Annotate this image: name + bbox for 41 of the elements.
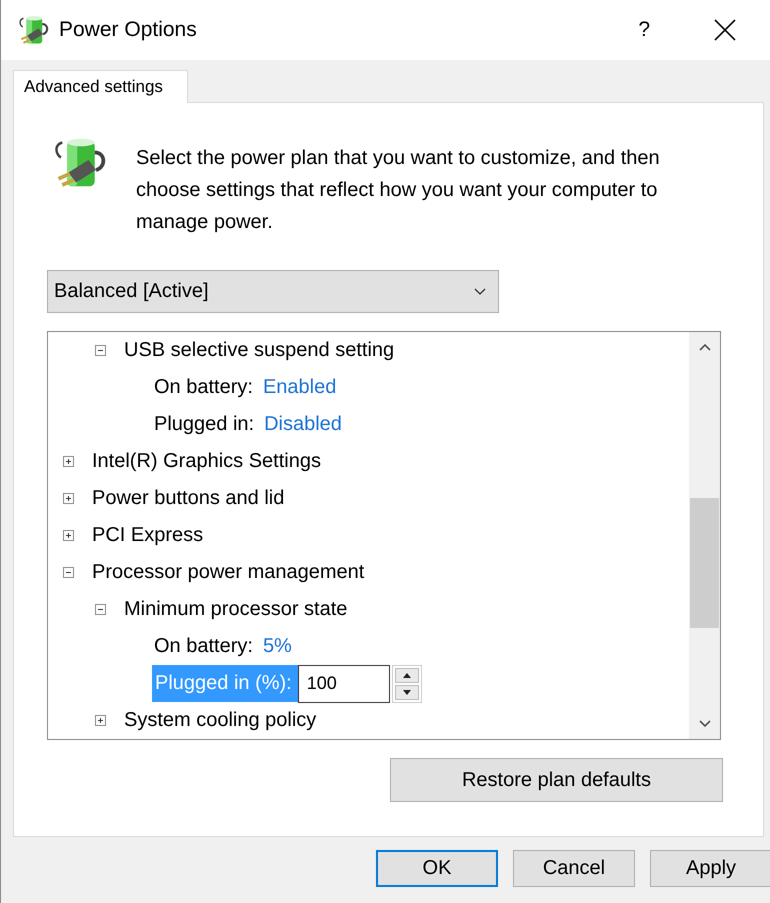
tree-item[interactable]: Intel(R) Graphics Settings xyxy=(90,447,323,476)
tree-item[interactable]: Minimum processor state xyxy=(122,595,350,624)
plus-box-icon[interactable] xyxy=(95,715,106,726)
scroll-thumb[interactable] xyxy=(690,498,719,628)
dialog-button[interactable]: Apply xyxy=(650,850,770,887)
spin-up-button[interactable] xyxy=(394,668,419,682)
chevron-down-icon xyxy=(474,288,486,296)
minus-box-icon[interactable] xyxy=(95,604,106,615)
minus-box-icon[interactable] xyxy=(63,567,74,578)
setting-value-link[interactable]: Enabled xyxy=(262,376,336,399)
dialog-button[interactable]: OK xyxy=(376,850,498,887)
tree-item[interactable]: Processor power management xyxy=(90,558,366,587)
setting-label[interactable]: On battery: xyxy=(152,373,255,402)
battery-plug-icon xyxy=(17,14,50,46)
tree-item[interactable]: System cooling policy xyxy=(122,706,318,735)
setting-value-link[interactable]: 5% xyxy=(262,635,292,658)
chevron-up-icon[interactable] xyxy=(698,343,710,352)
minus-box-icon[interactable] xyxy=(95,345,106,356)
help-button[interactable]: ? xyxy=(632,18,656,42)
restore-defaults-button[interactable]: Restore plan defaults xyxy=(390,758,723,802)
tab[interactable]: Advanced settings xyxy=(13,70,188,103)
spin-down-button[interactable] xyxy=(394,684,419,700)
close-icon xyxy=(714,19,736,41)
tree-item[interactable]: Power buttons and lid xyxy=(90,484,286,513)
plus-box-icon[interactable] xyxy=(63,530,74,541)
triangle-down-icon xyxy=(402,690,411,694)
window-title: Power Options xyxy=(59,18,198,42)
setting-label[interactable]: Plugged in: xyxy=(152,410,256,439)
tree-item[interactable]: USB selective suspend setting xyxy=(122,336,396,365)
setting-value-link[interactable]: Disabled xyxy=(264,413,342,436)
triangle-up-icon xyxy=(402,672,411,678)
dialog-button[interactable]: Cancel xyxy=(513,850,635,887)
scrollbar[interactable] xyxy=(689,332,720,739)
plus-box-icon[interactable] xyxy=(63,456,74,467)
setting-label[interactable]: On battery: xyxy=(152,632,255,661)
plus-box-icon[interactable] xyxy=(63,493,74,504)
plan-dropdown[interactable]: Balanced [Active] xyxy=(47,270,499,313)
number-field[interactable]: 100 xyxy=(298,664,390,702)
chevron-down-icon[interactable] xyxy=(698,719,710,728)
tree-item[interactable]: PCI Express xyxy=(90,521,206,550)
description-text: Select the power plan that you want to customize, and then choose settings that reflect how you want your computer to manage power. xyxy=(136,146,661,235)
